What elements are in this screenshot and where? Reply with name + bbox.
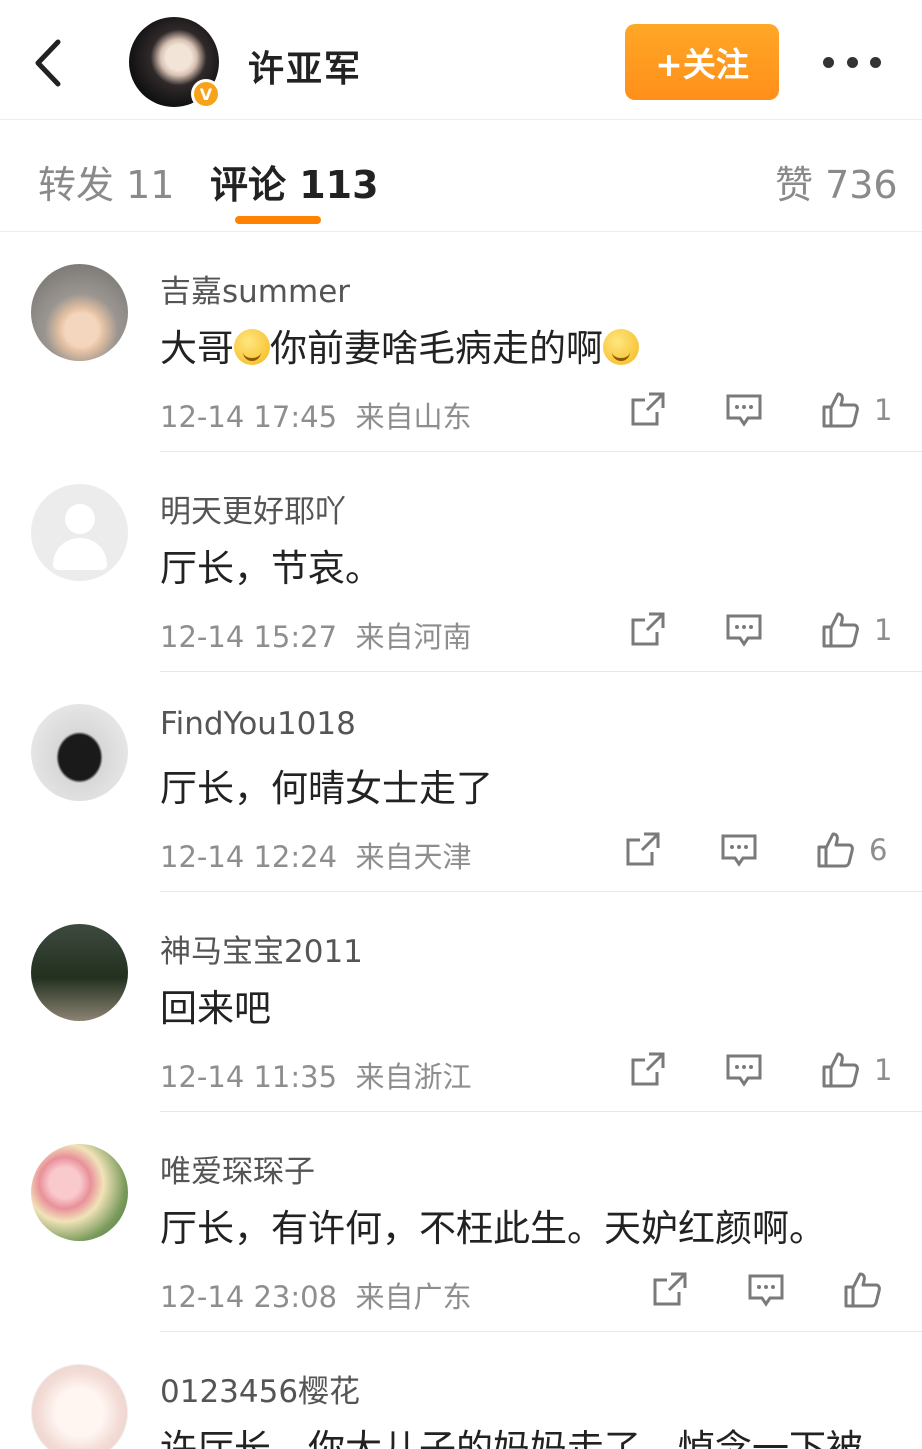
commenter-avatar[interactable] xyxy=(31,484,128,581)
reply-comment-icon[interactable] xyxy=(724,607,764,653)
tab-comments[interactable]: 评论 113 xyxy=(210,154,379,209)
comment-time: 12-14 12:24 xyxy=(160,840,338,874)
comment-text: 大哥 你前妻啥毛病走的啊 xyxy=(160,318,639,372)
like-count: 6 xyxy=(869,833,888,867)
comment-meta: 12-14 23:08 来自广东 xyxy=(160,1274,472,1316)
thumbs-up-icon xyxy=(822,392,859,428)
comment-source: 来自天津 xyxy=(355,840,472,874)
commenter-avatar[interactable] xyxy=(31,1364,128,1449)
commenter-avatar[interactable] xyxy=(31,1144,128,1241)
like-button[interactable] xyxy=(842,1267,896,1313)
profile-name[interactable]: 许亚军 xyxy=(248,40,362,92)
comment-meta: 12-14 11:35 来自浙江 xyxy=(160,1054,472,1096)
commenter-avatar[interactable] xyxy=(31,924,128,1021)
comment-time: 12-14 17:45 xyxy=(160,400,338,434)
share-icon[interactable] xyxy=(627,387,667,433)
comment-source: 来自河南 xyxy=(355,620,472,654)
commenter-name[interactable]: 唯爱琛琛子 xyxy=(160,1146,315,1191)
verified-badge-icon: V xyxy=(191,79,221,109)
active-tab-indicator xyxy=(235,216,321,224)
like-button[interactable]: 1 xyxy=(820,607,892,653)
comment-source: 来自山东 xyxy=(355,400,472,434)
comment-text: 回来吧 xyxy=(160,987,271,1030)
more-options-icon[interactable] xyxy=(823,48,881,76)
comment-meta: 12-14 12:24 来自天津 xyxy=(160,834,472,876)
comment-item: 唯爱琛琛子 厅长，有许何，不枉此生。天妒红颜啊。 12-14 23:08 来自广… xyxy=(0,1112,922,1332)
comment-text: 厅长，有许何，不枉此生。天妒红颜啊。 xyxy=(160,1207,826,1250)
comment-item: FindYou1018 厅长，何晴女士走了 12-14 12:24 来自天津 6 xyxy=(0,672,922,892)
commenter-name[interactable]: 0123456樱花 xyxy=(160,1366,360,1411)
commenter-name[interactable]: FindYou1018 xyxy=(160,706,356,742)
laugh-cry-emoji-icon xyxy=(603,329,639,365)
comment-item: 吉嘉summer 大哥 你前妻啥毛病走的啊 12-14 17:45 来自山东 1 xyxy=(0,232,922,452)
reply-comment-icon[interactable] xyxy=(746,1267,786,1313)
comment-source: 来自广东 xyxy=(355,1280,472,1314)
like-button[interactable]: 6 xyxy=(815,827,887,873)
commenter-avatar[interactable] xyxy=(31,264,128,361)
back-arrow-icon[interactable] xyxy=(28,34,74,92)
share-icon[interactable] xyxy=(649,1267,689,1313)
commenter-name[interactable]: 神马宝宝2011 xyxy=(160,926,363,971)
comment-text-part: 大哥 xyxy=(160,327,234,370)
comment-meta: 12-14 15:27 来自河南 xyxy=(160,614,472,656)
like-button[interactable]: 1 xyxy=(820,387,892,433)
reply-comment-icon[interactable] xyxy=(724,1047,764,1093)
comment-text: 厅长，何晴女士走了 xyxy=(160,767,493,810)
thumbs-up-icon xyxy=(822,1052,859,1088)
share-icon[interactable] xyxy=(622,827,662,873)
comment-time: 12-14 11:35 xyxy=(160,1060,338,1094)
comment-time: 12-14 15:27 xyxy=(160,620,338,654)
comment-time: 12-14 23:08 xyxy=(160,1280,338,1314)
profile-avatar[interactable]: V xyxy=(129,17,221,109)
share-icon[interactable] xyxy=(627,607,667,653)
comment-text: 厅长，节哀。 xyxy=(160,547,382,590)
reply-comment-icon[interactable] xyxy=(724,387,764,433)
comment-text-part: 你前妻啥毛病走的啊 xyxy=(270,327,603,370)
comment-text: 许厅长，你大儿子的妈妈走了，悼念一下被， xyxy=(160,1427,900,1449)
comment-item: 0123456樱花 许厅长，你大儿子的妈妈走了，悼念一下被， xyxy=(0,1332,922,1449)
top-bar: V 许亚军 +关注 xyxy=(0,0,922,120)
commenter-name[interactable]: 吉嘉summer xyxy=(160,266,350,311)
follow-button[interactable]: +关注 xyxy=(625,24,779,100)
thumbs-up-icon xyxy=(817,832,854,868)
thumbs-up-icon xyxy=(822,612,859,648)
tab-bar: 转发 11 评论 113 赞 736 xyxy=(0,120,922,232)
reply-comment-icon[interactable] xyxy=(719,827,759,873)
like-count: 1 xyxy=(874,613,893,647)
comment-meta: 12-14 17:45 来自山东 xyxy=(160,394,472,436)
comment-item: 神马宝宝2011 回来吧 12-14 11:35 来自浙江 1 xyxy=(0,892,922,1112)
commenter-name[interactable]: 明天更好耶吖 xyxy=(160,486,346,531)
share-icon[interactable] xyxy=(627,1047,667,1093)
like-button[interactable]: 1 xyxy=(820,1047,892,1093)
comment-item: 明天更好耶吖 厅长，节哀。 12-14 15:27 来自河南 1 xyxy=(0,452,922,672)
tab-reposts[interactable]: 转发 11 xyxy=(38,154,174,209)
like-count: 1 xyxy=(874,1053,893,1087)
like-count: 1 xyxy=(874,393,893,427)
commenter-avatar[interactable] xyxy=(31,704,128,801)
grin-emoji-icon xyxy=(234,329,270,365)
tab-likes[interactable]: 赞 736 xyxy=(775,154,898,209)
thumbs-up-icon xyxy=(844,1272,881,1308)
comment-source: 来自浙江 xyxy=(355,1060,472,1094)
